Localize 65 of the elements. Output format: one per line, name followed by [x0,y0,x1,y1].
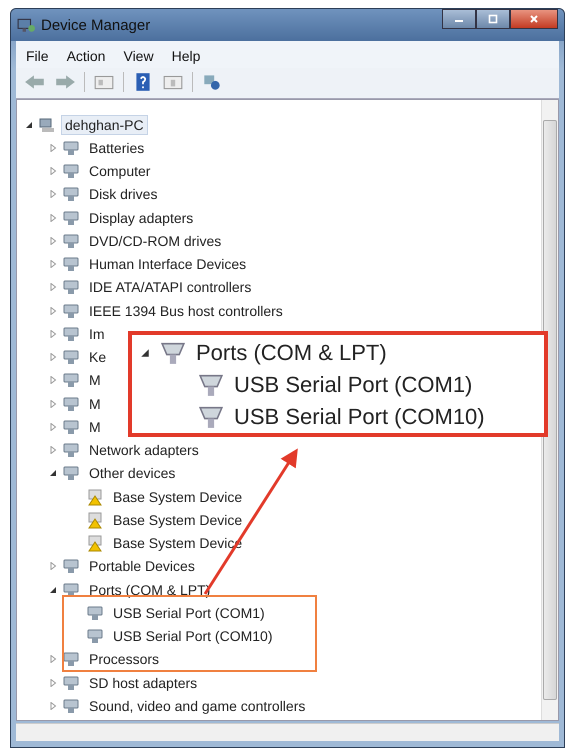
tree-item[interactable]: Other devices [85,463,180,484]
maximize-button[interactable] [476,9,510,29]
tree-item: USB Serial Port (COM1) [234,372,472,398]
tree-item[interactable]: Computer [85,161,154,182]
scrollbar[interactable] [541,100,558,720]
close-button[interactable] [510,9,558,29]
device-icon [62,138,80,157]
close-icon [528,14,540,24]
scrollbar-thumb[interactable] [543,120,557,700]
device-icon [62,324,80,343]
expander-icon[interactable] [49,586,57,594]
device-icon [62,348,80,366]
device-icon [62,278,80,296]
tree-item[interactable]: Network adapters [85,440,203,460]
maximize-icon [487,14,499,24]
tree-item[interactable]: Human Interface Devices [85,254,250,274]
minimize-button[interactable] [442,9,476,29]
tree-item[interactable]: Disk drives [85,184,162,204]
tree-item[interactable]: M [85,394,105,414]
tree-item[interactable]: DVD/CD-ROM drives [85,230,226,251]
tree-item[interactable]: SD host adapters [85,672,202,693]
device-icon [62,464,80,482]
tree-item[interactable]: Batteries [85,138,148,158]
device-icon [62,255,80,274]
menu-item[interactable]: Help [172,48,200,64]
tree-item[interactable]: M [85,416,105,437]
tree-item[interactable]: dehghan-PC [61,114,148,135]
tree-item[interactable]: Processors [85,649,164,670]
device-icon [62,185,80,204]
forward-icon[interactable] [54,73,76,91]
tree-item: Ports (COM & LPT) [196,340,387,366]
expander-icon[interactable] [25,120,33,129]
tree-item[interactable]: Portable Devices [85,556,199,576]
device-icon [62,696,80,715]
menu-item[interactable]: File [26,48,49,64]
tree-item[interactable]: Display adapters [85,208,198,228]
tree-item[interactable]: Base System Device [109,510,246,530]
device-icon [62,394,80,413]
tree-item[interactable]: USB Serial Port (COM10) [109,626,276,646]
device-icon [62,162,80,180]
device-icon [62,371,80,390]
menu-item[interactable]: Action [66,48,106,64]
device-icon [62,650,80,668]
computer-icon [38,116,56,134]
device-icon [62,208,80,227]
device-icon [62,557,80,576]
computer-icon [17,16,35,34]
tree-item[interactable]: Ke [85,347,110,368]
device-icon [62,302,80,320]
tree-item[interactable]: M [85,370,105,390]
tree-item[interactable]: USB Serial Port (COM1) [109,602,269,623]
window-title: Device Manager [41,16,152,34]
tree-item[interactable]: IDE ATA/ATAPI controllers [85,277,256,298]
menu-item[interactable]: View [123,48,154,64]
tree-item[interactable]: Base System Device [109,486,246,507]
tree-item[interactable]: Im [85,324,109,344]
tree-item: USB Serial Port (COM10) [234,404,485,430]
tree-item[interactable]: Sound, video and game controllers [85,696,310,716]
device-icon [62,441,80,460]
device-icon [62,232,80,250]
back-icon[interactable] [24,73,46,91]
tree-item[interactable]: IEEE 1394 Bus host controllers [85,300,287,321]
expander-icon[interactable] [49,469,57,478]
device-icon [62,418,80,436]
device-icon [62,674,80,692]
